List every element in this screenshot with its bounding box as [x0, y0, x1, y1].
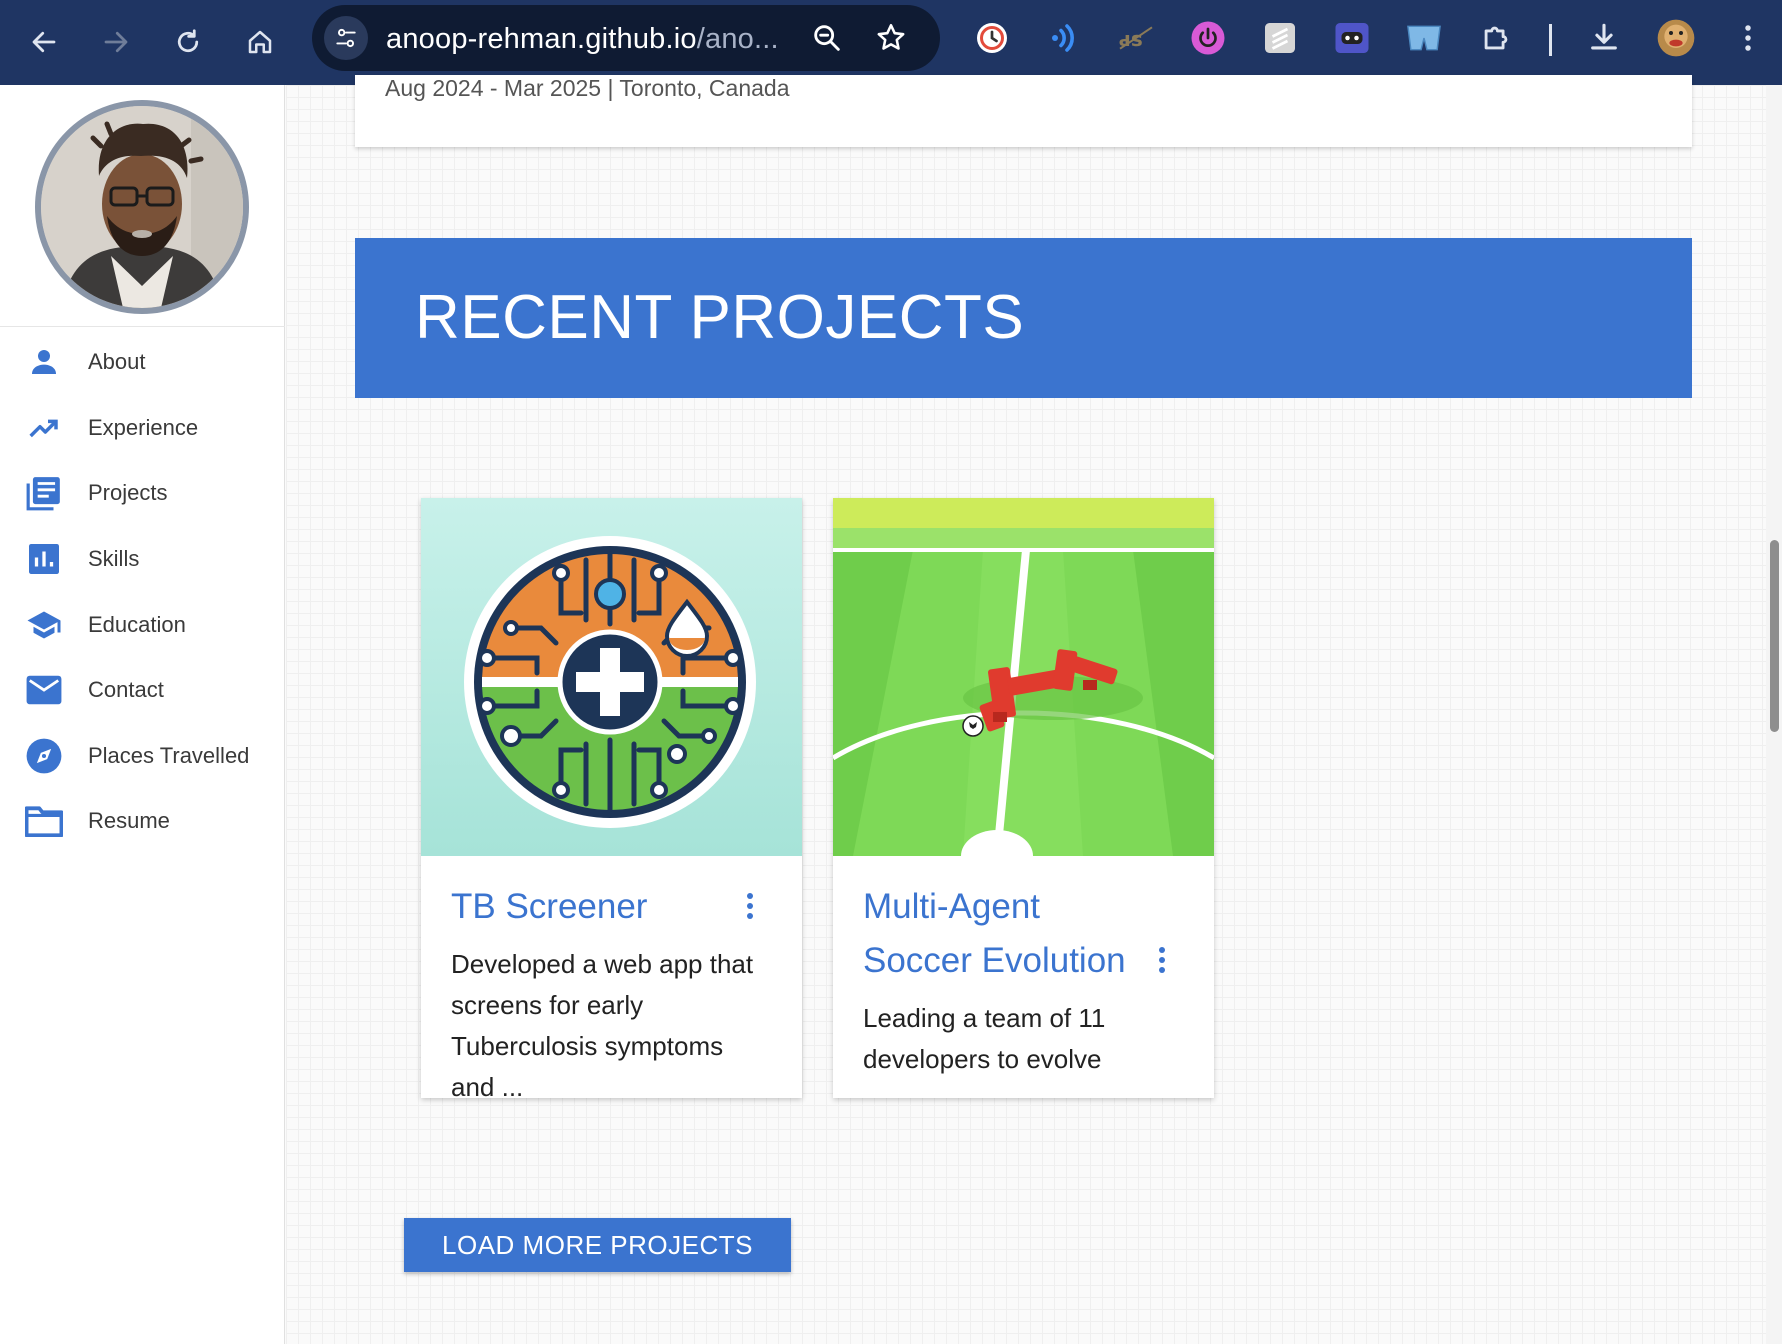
compass-icon — [24, 736, 64, 776]
folder-icon — [24, 801, 64, 841]
address-bar[interactable]: anoop-rehman.github.io/ano... — [312, 5, 940, 71]
sidebar-item-contact[interactable]: Contact — [0, 662, 285, 718]
project-title[interactable]: TB Screener — [451, 880, 741, 934]
project-card-tb-screener[interactable]: TB Screener Developed a web app that scr… — [421, 498, 802, 1098]
project-card-multi-agent-soccer[interactable]: Multi-Agent Soccer Evolution Leading a t… — [833, 498, 1214, 1098]
experience-meta: Aug 2024 - Mar 2025 | Toronto, Canada — [385, 75, 790, 101]
soccer-simulation-image — [833, 498, 1214, 856]
sidebar-item-about[interactable]: About — [0, 334, 285, 390]
more-vert-icon[interactable] — [738, 886, 762, 926]
power-extension-icon[interactable] — [1188, 18, 1228, 58]
sidebar-item-skills[interactable]: Skills — [0, 531, 285, 587]
tb-screener-logo-image — [421, 498, 802, 856]
mail-icon — [24, 670, 64, 710]
project-description: Leading a team of 11 developers to evolv… — [863, 1003, 1106, 1074]
project-title[interactable]: Multi-Agent Soccer Evolution — [863, 880, 1153, 988]
sidebar-item-projects[interactable]: Projects — [0, 465, 285, 521]
main-content: Aug 2024 - Mar 2025 | Toronto, Canada RE… — [286, 75, 1782, 1344]
url-text[interactable]: anoop-rehman.github.io/ano... — [386, 23, 779, 56]
extensions-puzzle-icon[interactable] — [1476, 18, 1516, 58]
sidebar-item-label: Contact — [88, 677, 164, 702]
sidebar-item-education[interactable]: Education — [0, 597, 285, 653]
scrollbar-thumb[interactable] — [1770, 540, 1779, 732]
section-title: RECENT PROJECTS — [415, 283, 1025, 352]
bookmark-star-icon[interactable] — [874, 21, 908, 60]
sidebar-item-label: Experience — [88, 415, 199, 440]
article-icon — [24, 473, 64, 513]
game-extension-icon[interactable] — [1332, 18, 1372, 58]
sidebar-item-experience[interactable]: Experience — [0, 400, 285, 456]
audio-extension-icon[interactable] — [1044, 18, 1084, 58]
back-icon[interactable] — [20, 18, 68, 66]
sidebar-item-label: About — [88, 349, 146, 374]
sidebar-item-label: Skills — [88, 546, 140, 571]
sidebar: About Experience Projects Skills Educati… — [0, 85, 285, 1344]
experience-card: Aug 2024 - Mar 2025 | Toronto, Canada — [355, 75, 1692, 147]
shorts-extension-icon[interactable] — [1404, 18, 1444, 58]
browser-toolbar: anoop-rehman.github.io/ano... ԁs — [0, 0, 1782, 85]
toolbar-divider — [1549, 24, 1552, 56]
load-more-projects-button[interactable]: LOAD MORE PROJECTS — [404, 1218, 791, 1272]
home-icon[interactable] — [236, 18, 284, 66]
more-vert-icon[interactable] — [1150, 940, 1174, 980]
person-icon — [24, 342, 64, 382]
reload-icon[interactable] — [164, 18, 212, 66]
forward-icon[interactable] — [92, 18, 140, 66]
sidebar-item-label: Places Travelled — [88, 743, 250, 768]
menu-kebab-icon[interactable] — [1728, 18, 1768, 58]
page-scrollbar[interactable] — [1766, 85, 1782, 1344]
site-settings-icon[interactable] — [324, 16, 368, 60]
sidebar-item-resume[interactable]: Resume — [0, 793, 285, 849]
timer-extension-icon[interactable] — [972, 18, 1012, 58]
sidebar-item-places-travelled[interactable]: Places Travelled — [0, 728, 285, 784]
sidebar-divider — [0, 326, 285, 327]
graduation-cap-icon — [24, 605, 64, 645]
notes-extension-icon[interactable] — [1260, 18, 1300, 58]
sidebar-item-label: Education — [88, 612, 186, 637]
sidebar-item-label: Resume — [88, 808, 170, 833]
download-icon[interactable] — [1584, 18, 1624, 58]
ds-extension-icon[interactable]: ԁs — [1116, 18, 1156, 58]
profile-avatar-icon[interactable] — [1656, 18, 1696, 58]
project-description: Developed a web app that screens for ear… — [451, 949, 754, 1098]
trending-up-icon — [24, 408, 64, 448]
projects-section-header: RECENT PROJECTS — [355, 238, 1692, 398]
bar-chart-icon — [24, 539, 64, 579]
sidebar-item-label: Projects — [88, 480, 168, 505]
zoom-icon[interactable] — [810, 21, 844, 60]
avatar — [35, 100, 249, 314]
